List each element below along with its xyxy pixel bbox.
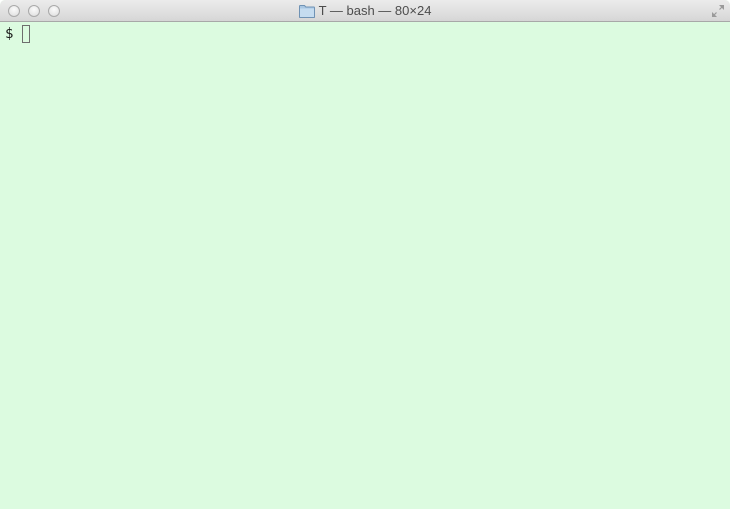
prompt-symbol: $ <box>5 26 14 42</box>
title-bar[interactable]: T — bash — 80×24 <box>0 0 730 22</box>
terminal-content[interactable]: $ <box>0 22 730 509</box>
folder-icon[interactable] <box>298 4 315 18</box>
fullscreen-icon[interactable] <box>711 4 725 18</box>
window-title-group: T — bash — 80×24 <box>0 0 730 22</box>
window-title: T — bash — 80×24 <box>318 3 432 18</box>
prompt-line: $ <box>5 24 31 44</box>
cursor <box>22 25 31 43</box>
terminal-window: T — bash — 80×24 $ <box>0 0 730 509</box>
